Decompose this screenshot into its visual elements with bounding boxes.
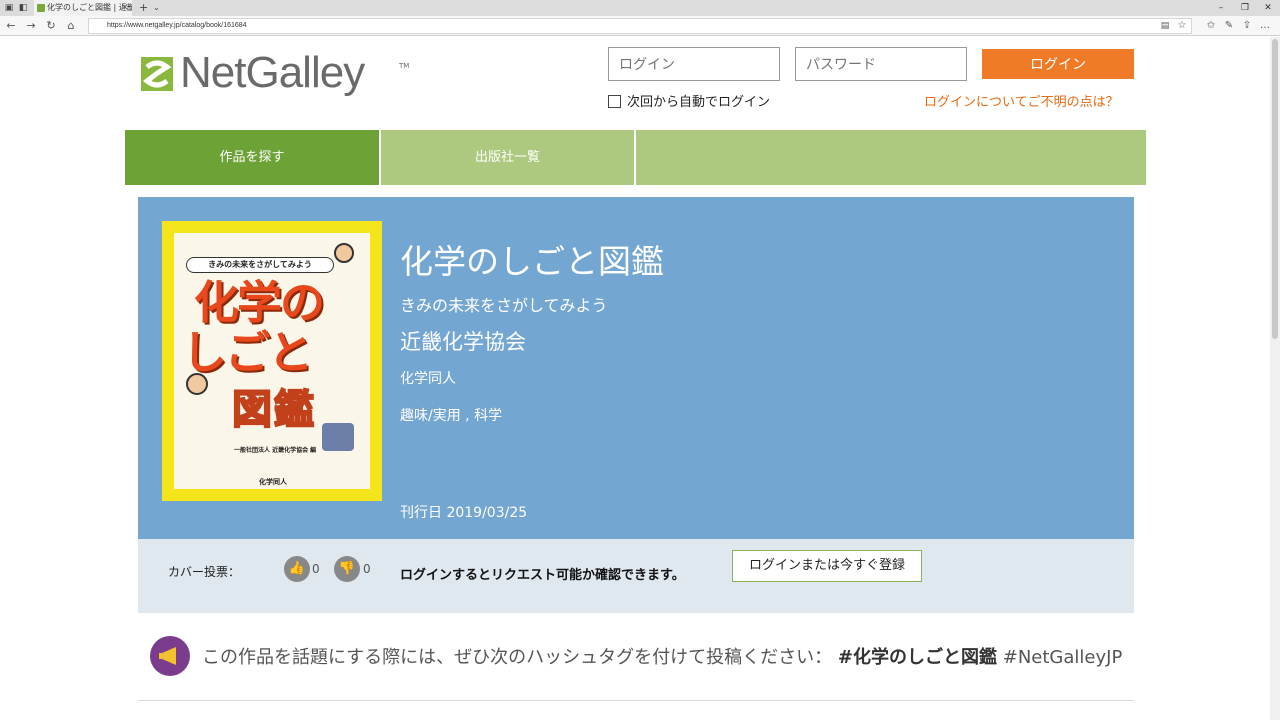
hashtag-prefix: この作品を話題にする際には、ぜひ次のハッシュタグを付けて投稿ください： <box>202 647 833 668</box>
share-icon[interactable]: ⇪ <box>1240 18 1254 34</box>
more-menu-icon[interactable]: … <box>1258 18 1272 34</box>
url-field[interactable]: https://www.netgalley.jp/catalog/book/16… <box>88 18 1192 34</box>
page-scrollbar[interactable] <box>1270 37 1280 720</box>
tab-list-chevron-icon[interactable]: ⌄ <box>153 0 160 16</box>
cover-vote-label: カバー投票： <box>168 565 241 579</box>
cover-title-line2: しごと <box>182 326 313 379</box>
cover-scientist-illustration <box>186 373 208 395</box>
logo-wordmark: NetGalley <box>180 48 365 97</box>
password-field[interactable] <box>795 47 967 81</box>
favorite-star-icon[interactable]: ☆ <box>1175 18 1189 34</box>
tab-publishers[interactable]: 出版社一覧 <box>381 130 634 185</box>
cover-org: 一般社団法人 近畿化学協会 編 <box>234 447 317 454</box>
cover-publisher: 化学同人 <box>259 478 287 486</box>
tab-find-titles[interactable]: 作品を探す <box>125 130 379 185</box>
book-cover[interactable]: きみの未来をさがしてみよう 化学の しごと 図鑑 一般社団法人 近畿化学協会 編… <box>162 221 382 501</box>
cover-vote-bar: カバー投票： 👍 0 👎 0 ログインするとリクエスト可能か確認できます。 ログ… <box>138 539 1134 613</box>
netgalley-logo-mark-icon <box>141 57 173 91</box>
browser-address-bar: ← → ↻ ⌂ 🔒 https://www.netgalley.jp/catal… <box>0 16 1280 36</box>
remember-checkbox[interactable] <box>608 95 621 108</box>
book-subtitle: きみの未来をさがしてみよう <box>400 296 608 315</box>
cover-title-line3: 図鑑 <box>231 386 316 434</box>
book-author[interactable]: 近畿化学協会 <box>400 326 526 356</box>
thumbs-down-icon[interactable]: 👎 <box>334 556 360 582</box>
remember-me[interactable]: 次回から自動でログイン <box>608 95 770 111</box>
netgalley-logo[interactable]: NetGalley TM <box>137 48 417 102</box>
new-tab-icon[interactable]: + <box>139 0 148 16</box>
book-title: 化学のしごと図鑑 <box>400 242 664 281</box>
book-publisher[interactable]: 化学同人 <box>400 368 456 388</box>
tab-back-icon[interactable]: ◧ <box>18 3 28 13</box>
book-cover-art: きみの未来をさがしてみよう 化学の しごと 図鑑 一般社団法人 近畿化学協会 編… <box>174 233 370 489</box>
megaphone-icon <box>150 636 190 676</box>
browser-tab-title: 化学のしごと図鑑 | 近畿化 <box>47 3 132 12</box>
hashtag-message: この作品を話題にする際には、ぜひ次のハッシュタグを付けて投稿ください： #化学の… <box>202 643 1122 669</box>
thumbs-up-icon[interactable]: 👍 <box>284 556 310 582</box>
login-email-field[interactable] <box>608 47 780 81</box>
window-close-icon[interactable]: ✕ <box>1261 0 1275 16</box>
favorites-hub-icon[interactable]: ✩ <box>1204 18 1218 34</box>
home-icon[interactable]: ⌂ <box>64 18 78 34</box>
login-button[interactable]: ログイン <box>982 49 1134 79</box>
hashtag-netgalley: #NetGalleyJP <box>1002 647 1123 668</box>
thumbs-down-count: 0 <box>363 562 371 576</box>
login-register-button[interactable]: ログインまたは今すぐ登録 <box>732 550 922 582</box>
cover-person-illustration <box>334 243 354 263</box>
hashtag-title: #化学のしごと図鑑 <box>837 647 998 668</box>
tab-actions-icon[interactable]: ▣ <box>4 3 14 13</box>
tab-close-icon[interactable]: ✕ <box>121 0 129 16</box>
trademark-mark: TM <box>399 62 410 70</box>
browser-tab[interactable]: 化学のしごと図鑑 | 近畿化 <box>34 0 132 16</box>
pub-date-label: 刊行日 <box>400 505 442 521</box>
book-pub-date: 刊行日 2019/03/25 <box>400 502 527 522</box>
cover-title-line1: 化学の <box>194 276 325 329</box>
section-divider <box>138 700 1134 701</box>
cover-tagline: きみの未来をさがしてみよう <box>186 257 334 273</box>
minimize-icon[interactable]: – <box>1214 0 1228 16</box>
tab-empty <box>636 130 1146 185</box>
forward-arrow-icon[interactable]: → <box>24 18 38 34</box>
thumbs-up-count: 0 <box>312 562 320 576</box>
netgalley-favicon-icon <box>37 4 45 12</box>
reading-view-icon[interactable]: ▤ <box>1158 18 1172 34</box>
restore-icon[interactable]: ❐ <box>1238 0 1252 16</box>
cover-workers-illustration <box>322 423 354 451</box>
scrollbar-thumb[interactable] <box>1272 39 1278 339</box>
pub-date-value: 2019/03/25 <box>446 505 528 521</box>
book-category[interactable]: 趣味/実用 , 科学 <box>400 405 502 425</box>
book-detail-panel: きみの未来をさがしてみよう 化学の しごと 図鑑 一般社団法人 近畿化学協会 編… <box>138 197 1134 539</box>
request-message: ログインするとリクエスト可能か確認できます。 <box>400 568 685 583</box>
back-arrow-icon[interactable]: ← <box>4 18 18 34</box>
browser-tab-bar: ▣ ◧ 化学のしごと図鑑 | 近畿化 ✕ + ⌄ – ❐ ✕ <box>0 0 1280 16</box>
refresh-icon[interactable]: ↻ <box>44 18 58 34</box>
remember-label: 次回から自動でログイン <box>627 95 771 110</box>
login-help-link[interactable]: ログインについてご不明の点は？ <box>924 95 1119 111</box>
notes-pen-icon[interactable]: ✎ <box>1222 18 1236 34</box>
